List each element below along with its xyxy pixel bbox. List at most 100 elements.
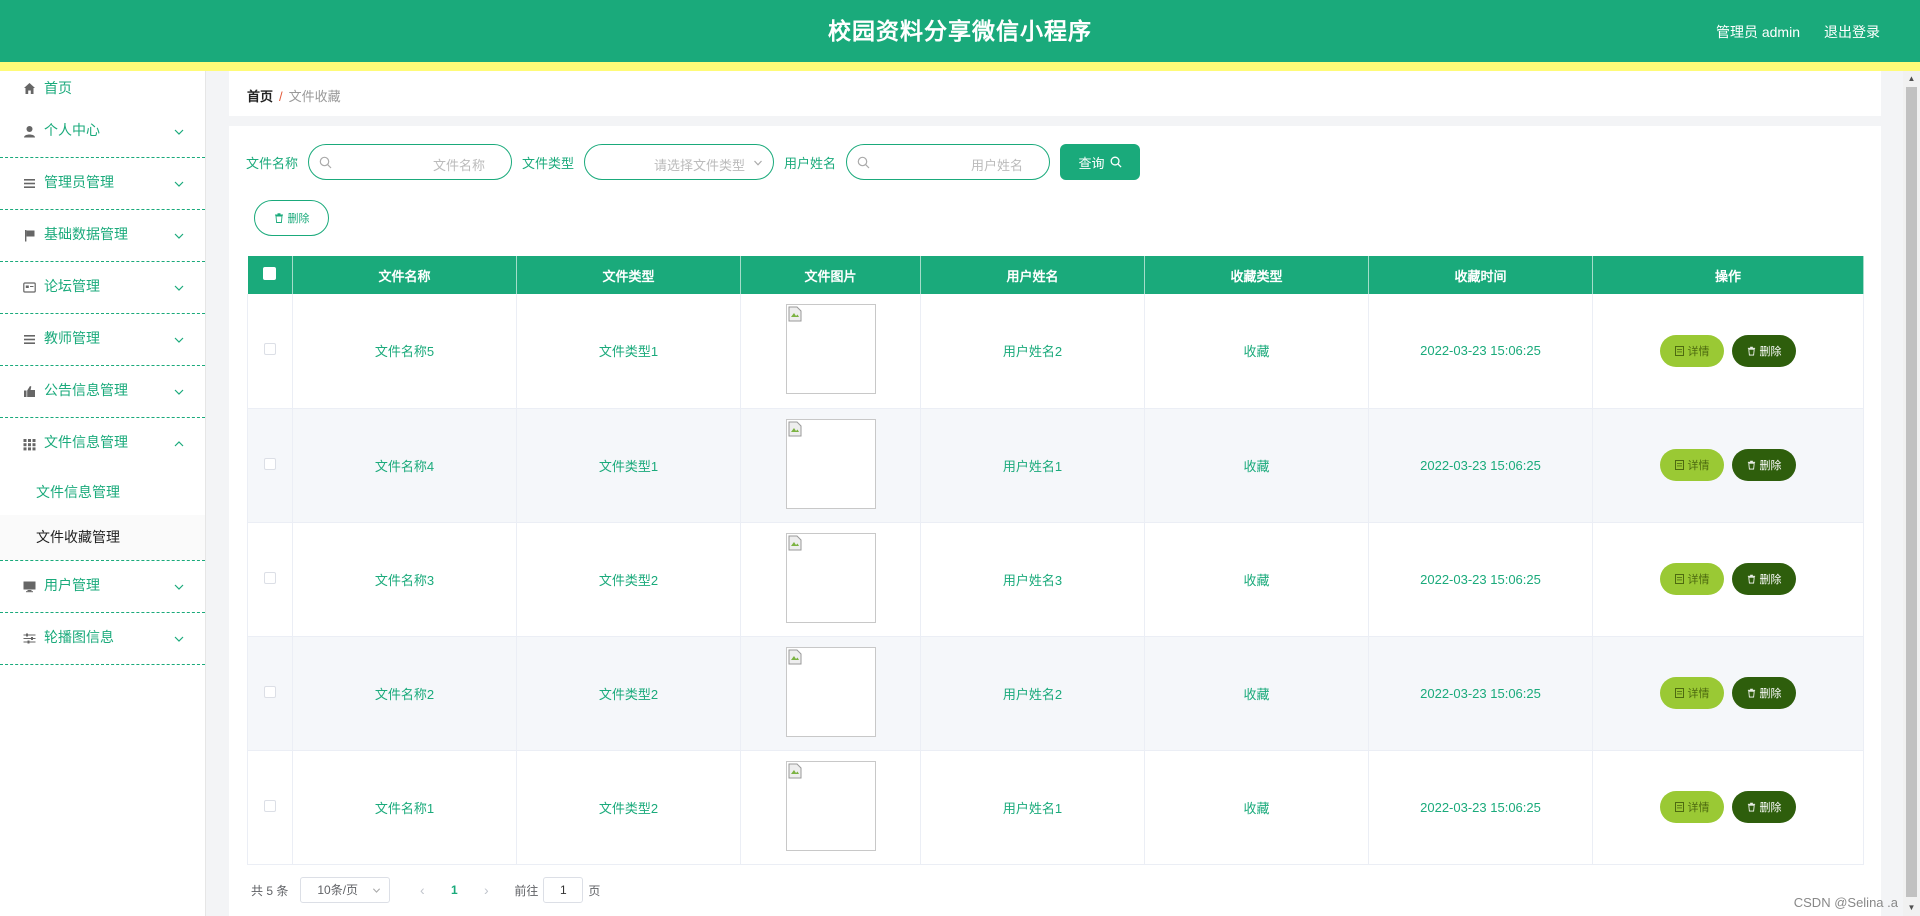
chevron-down-icon (174, 285, 184, 291)
search-icon (319, 156, 332, 169)
user-name-input[interactable]: 用户姓名 (846, 144, 1051, 180)
monitor-icon (22, 580, 36, 594)
batch-delete-button[interactable]: 删除 (254, 200, 329, 236)
file-name-input[interactable]: 文件名称 (308, 144, 513, 180)
table-header-row: 文件名称 文件类型 文件图片 用户姓名 收藏类型 收藏时间 操作 (247, 256, 1864, 294)
sidebar-item-forum[interactable]: 论坛管理 (0, 262, 205, 314)
sidebar-item-teachers[interactable]: 教师管理 (0, 314, 205, 366)
fav-type-cell: 收藏 (1144, 294, 1369, 409)
delete-button[interactable]: 删除 (1732, 677, 1796, 709)
delete-label: 删除 (1759, 688, 1782, 700)
actions-cell: 详情 删除 (1592, 408, 1864, 523)
next-page-button[interactable]: › (472, 882, 500, 898)
delete-label: 删除 (1759, 574, 1782, 586)
table-row: 文件名称5 文件类型1 用户姓名2 收藏 2022-03-23 15:06:25… (247, 294, 1864, 409)
trash-icon (1747, 460, 1755, 470)
goto-page-input[interactable]: 1 (543, 877, 584, 903)
actions-cell: 详情 删除 (1592, 636, 1864, 751)
sidebar-item-label: 用户管理 (44, 577, 100, 593)
detail-button[interactable]: 详情 (1660, 334, 1724, 367)
sidebar-item-notices[interactable]: 公告信息管理 (0, 366, 205, 418)
fav-time-cell: 2022-03-23 15:06:25 (1368, 294, 1593, 409)
row-checkbox[interactable] (264, 799, 276, 812)
column-header[interactable]: 文件名称 (292, 256, 517, 294)
table-row: 文件名称1 文件类型2 用户姓名1 收藏 2022-03-23 15:06:25… (247, 750, 1864, 865)
column-header[interactable]: 用户姓名 (920, 256, 1145, 294)
prev-page-button[interactable]: ‹ (408, 882, 436, 898)
file-name-placeholder: 文件名称 (433, 158, 486, 173)
row-checkbox[interactable] (264, 685, 276, 698)
sidebar-subitem-file-favorites[interactable]: 文件收藏管理 (0, 515, 205, 560)
file-type-select[interactable]: 请选择文件类型 (584, 144, 775, 180)
chevron-down-icon (174, 233, 184, 239)
broken-image-icon[interactable] (785, 418, 876, 509)
broken-image-icon[interactable] (785, 532, 876, 623)
delete-button[interactable]: 删除 (1732, 563, 1796, 595)
detail-button[interactable]: 详情 (1660, 563, 1724, 595)
delete-button[interactable]: 删除 (1732, 449, 1796, 481)
column-header[interactable]: 操作 (1592, 256, 1864, 294)
sidebar-item-label: 个人中心 (44, 122, 100, 138)
scrollbar-thumb[interactable] (1906, 87, 1917, 897)
delete-label: 删除 (1759, 802, 1782, 814)
sidebar-item-profile[interactable]: 个人中心 (0, 106, 205, 158)
column-header[interactable]: 文件类型 (516, 256, 741, 294)
page-scrollbar[interactable]: ▲ ▼ (1903, 71, 1920, 916)
fav-type-cell: 收藏 (1144, 522, 1369, 637)
scroll-up-arrow-icon[interactable]: ▲ (1903, 71, 1920, 87)
file-name-cell: 文件名称1 (292, 750, 517, 865)
watermark: CSDN @Selina .a (1793, 895, 1898, 910)
row-checkbox[interactable] (264, 457, 276, 470)
scroll-down-arrow-icon[interactable]: ▼ (1903, 900, 1920, 916)
delete-button[interactable]: 删除 (1732, 791, 1796, 823)
logout-link[interactable]: 退出登录 (1824, 22, 1880, 42)
file-type-cell: 文件类型2 (516, 750, 741, 865)
sidebar-item-users[interactable]: 用户管理 (0, 561, 205, 613)
detail-label: 详情 (1687, 345, 1710, 358)
select-all-checkbox[interactable] (263, 267, 277, 280)
row-checkbox[interactable] (264, 571, 276, 584)
submenu-files: 文件信息管理 文件收藏管理 (0, 470, 205, 561)
user-name-cell: 用户姓名2 (920, 294, 1145, 409)
query-button[interactable]: 查询 (1060, 144, 1141, 180)
detail-label: 详情 (1687, 460, 1710, 472)
column-header[interactable]: 收藏时间 (1368, 256, 1593, 294)
broken-image-icon[interactable] (785, 646, 876, 737)
broken-image-icon[interactable] (785, 760, 876, 851)
chevron-down-icon (174, 181, 184, 187)
table-row: 文件名称2 文件类型2 用户姓名2 收藏 2022-03-23 15:06:25… (247, 636, 1864, 751)
search-form: 文件名称 文件名称 文件类型 请选择文件类型 用户姓名 用户姓名 查询 (246, 144, 1141, 180)
chevron-up-icon (174, 441, 184, 447)
document-icon (1674, 460, 1684, 470)
sidebar-item-carousel[interactable]: 轮播图信息 (0, 613, 205, 665)
grid-icon (22, 437, 36, 451)
detail-button[interactable]: 详情 (1660, 449, 1724, 481)
detail-button[interactable]: 详情 (1660, 677, 1724, 709)
breadcrumb-bar: 首页 / 文件收藏 (229, 71, 1881, 116)
detail-label: 详情 (1687, 688, 1710, 700)
pagination-total: 共 5 条 (251, 883, 289, 898)
sidebar-item-admins[interactable]: 管理员管理 (0, 158, 205, 210)
sidebar-subitem-file-info[interactable]: 文件信息管理 (0, 470, 205, 515)
column-header[interactable]: 收藏类型 (1144, 256, 1369, 294)
column-header[interactable]: 文件图片 (740, 256, 921, 294)
row-checkbox[interactable] (264, 343, 276, 356)
page-number-1[interactable]: 1 (440, 883, 468, 897)
fav-time-cell: 2022-03-23 15:06:25 (1368, 636, 1593, 751)
file-type-placeholder: 请选择文件类型 (654, 158, 746, 173)
document-icon (1674, 345, 1684, 356)
broken-image-icon[interactable] (785, 304, 876, 395)
detail-button[interactable]: 详情 (1660, 791, 1724, 823)
page-size-select[interactable]: 10条/页 (300, 877, 391, 903)
document-icon (1674, 574, 1684, 584)
goto-suffix: 页 (588, 883, 601, 898)
breadcrumb-home[interactable]: 首页 (247, 89, 273, 104)
fav-time-cell: 2022-03-23 15:06:25 (1368, 522, 1593, 637)
fav-type-cell: 收藏 (1144, 750, 1369, 865)
delete-button[interactable]: 删除 (1732, 334, 1796, 367)
sidebar-item-files[interactable]: 文件信息管理 (0, 418, 205, 470)
actions-cell: 详情 删除 (1592, 294, 1864, 409)
sidebar-item-label: 教师管理 (44, 330, 100, 346)
sidebar-item-home[interactable]: 首页 (0, 71, 205, 106)
sidebar-item-base-data[interactable]: 基础数据管理 (0, 210, 205, 262)
